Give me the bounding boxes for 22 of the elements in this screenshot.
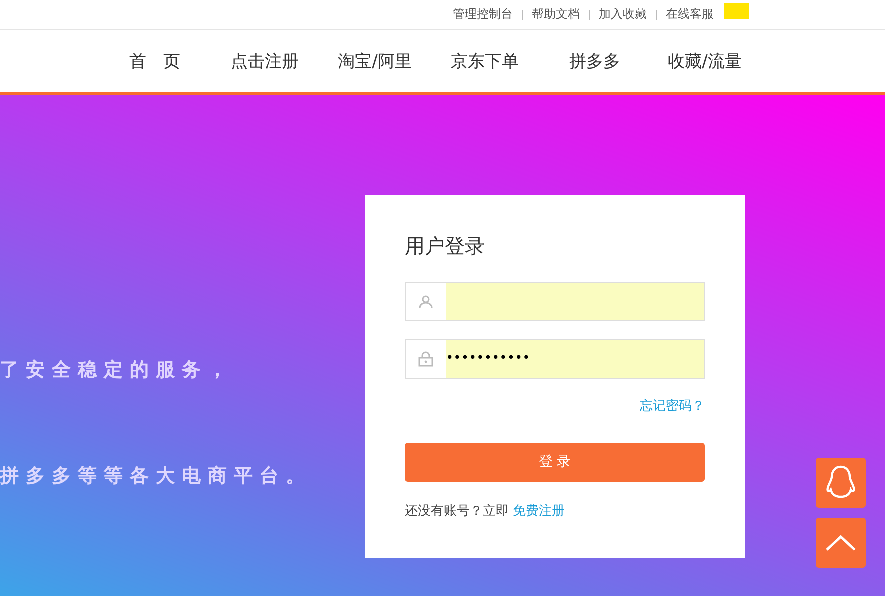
back-to-top-button[interactable] bbox=[816, 518, 866, 568]
nav-link[interactable]: 点击注册 bbox=[210, 50, 320, 72]
login-title: 用户登录 bbox=[405, 233, 486, 260]
chat-button[interactable] bbox=[816, 458, 866, 508]
top-link[interactable]: 加入收藏 bbox=[599, 6, 647, 23]
signup-prompt: 还没有账号？立即 bbox=[405, 502, 509, 520]
top-link[interactable]: 管理控制台 bbox=[453, 6, 513, 23]
nav-link[interactable]: 京东下单 bbox=[430, 50, 540, 72]
user-icon bbox=[419, 294, 433, 309]
nav-link[interactable]: 首 页 bbox=[100, 50, 210, 72]
top-link[interactable]: 在线客服 bbox=[666, 6, 714, 23]
nav-link[interactable]: 收藏/流量 bbox=[650, 50, 760, 72]
username-field[interactable] bbox=[405, 282, 705, 322]
password-field[interactable]: ••••••••••• bbox=[405, 339, 705, 379]
tag-icon bbox=[724, 3, 749, 19]
nav-link[interactable]: 拼多多 bbox=[540, 50, 650, 72]
penguin-icon bbox=[825, 465, 857, 501]
hero-text: 了安全稳定的服务， bbox=[0, 358, 235, 383]
lock-icon bbox=[418, 350, 434, 367]
chevron-up-icon bbox=[826, 535, 856, 551]
top-link[interactable]: 帮助文档 bbox=[532, 6, 580, 23]
nav-link[interactable]: 淘宝/阿里 bbox=[320, 50, 430, 72]
